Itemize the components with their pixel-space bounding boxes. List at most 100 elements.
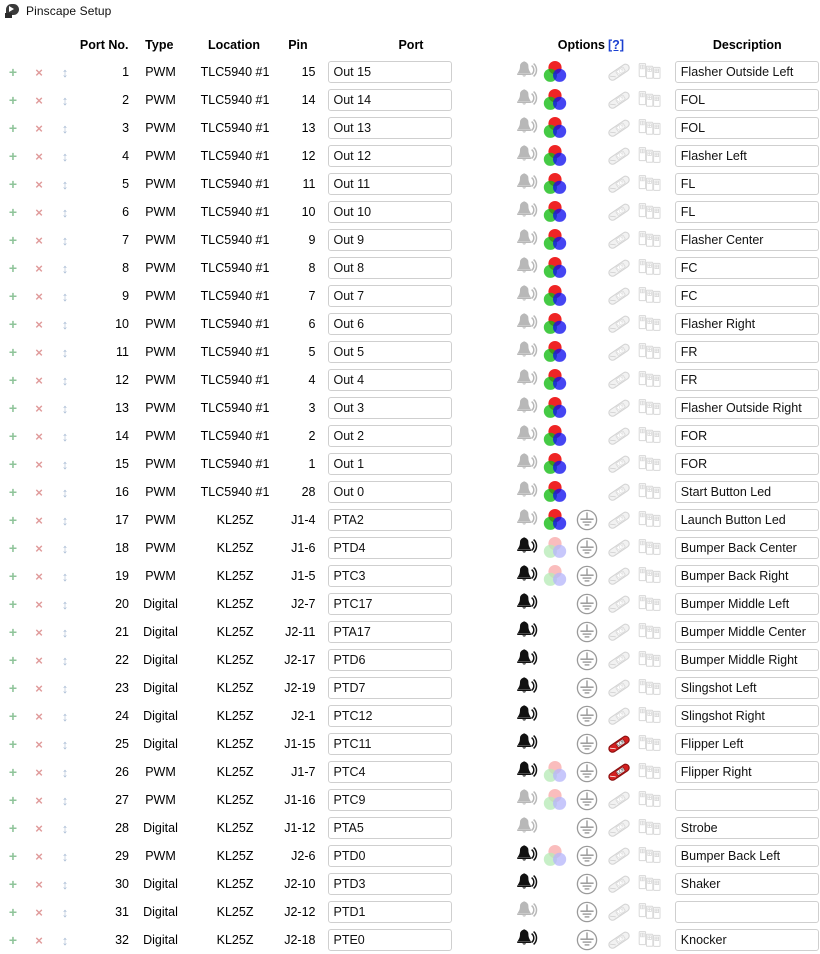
add-row-button[interactable]: + <box>0 597 26 611</box>
add-row-button[interactable]: + <box>0 345 26 359</box>
move-row-handle[interactable]: ↕ <box>52 906 78 919</box>
rgb-icon[interactable] <box>540 115 570 141</box>
ground-icon[interactable] <box>572 591 602 617</box>
move-row-handle[interactable]: ↕ <box>52 850 78 863</box>
rgb-icon[interactable] <box>540 423 570 449</box>
chime-board-icon[interactable] <box>636 703 666 729</box>
add-row-button[interactable]: + <box>0 877 26 891</box>
move-row-handle[interactable]: ↕ <box>52 458 78 471</box>
description-input[interactable]: FOR <box>674 453 819 475</box>
delete-row-button[interactable]: × <box>26 122 52 135</box>
description-input[interactable]: FR <box>674 341 819 363</box>
port-input[interactable]: PTC11 <box>327 733 452 755</box>
description-input[interactable]: Bumper Middle Center <box>674 621 819 643</box>
flipper-logic-icon[interactable]: LCR <box>604 199 634 225</box>
chime-board-icon[interactable] <box>636 871 666 897</box>
ground-icon[interactable] <box>572 563 602 589</box>
flipper-logic-icon[interactable]: LCR <box>604 675 634 701</box>
rgb-icon[interactable] <box>540 759 570 785</box>
flipper-logic-icon[interactable]: LCR <box>604 395 634 421</box>
flipper-logic-icon[interactable]: LCR <box>604 731 634 757</box>
chime-board-icon[interactable] <box>636 535 666 561</box>
flipper-logic-icon[interactable]: LCR <box>604 591 634 617</box>
chime-board-icon[interactable] <box>636 143 666 169</box>
bell-icon[interactable] <box>508 563 538 589</box>
ground-icon[interactable] <box>572 731 602 757</box>
port-input[interactable]: PTE0 <box>327 929 452 951</box>
rgb-icon[interactable] <box>540 339 570 365</box>
port-input[interactable]: PTD4 <box>327 537 452 559</box>
chime-board-icon[interactable] <box>636 59 666 85</box>
bell-icon[interactable] <box>508 87 538 113</box>
bell-icon[interactable] <box>508 675 538 701</box>
bell-icon[interactable] <box>508 647 538 673</box>
add-row-button[interactable]: + <box>0 821 26 835</box>
description-input[interactable]: Bumper Back Left <box>674 845 819 867</box>
bell-icon[interactable] <box>508 143 538 169</box>
port-input[interactable]: Out 4 <box>327 369 452 391</box>
chime-board-icon[interactable] <box>636 731 666 757</box>
flipper-logic-icon[interactable]: LCR <box>604 563 634 589</box>
description-input[interactable]: Flasher Outside Left <box>674 61 819 83</box>
delete-row-button[interactable]: × <box>26 542 52 555</box>
flipper-logic-icon[interactable]: LCR <box>604 619 634 645</box>
move-row-handle[interactable]: ↕ <box>52 710 78 723</box>
ground-icon[interactable] <box>572 619 602 645</box>
chime-board-icon[interactable] <box>636 675 666 701</box>
ground-icon[interactable] <box>572 899 602 925</box>
port-input[interactable]: PTC4 <box>327 761 452 783</box>
flipper-logic-icon[interactable]: LCR <box>604 227 634 253</box>
port-input[interactable]: Out 5 <box>327 341 452 363</box>
flipper-logic-icon[interactable]: LCR <box>604 843 634 869</box>
description-input[interactable]: FOR <box>674 425 819 447</box>
port-input[interactable]: Out 0 <box>327 481 452 503</box>
flipper-logic-icon[interactable]: LCR <box>604 899 634 925</box>
move-row-handle[interactable]: ↕ <box>52 738 78 751</box>
delete-row-button[interactable]: × <box>26 934 52 947</box>
bell-icon[interactable] <box>508 535 538 561</box>
chime-board-icon[interactable] <box>636 843 666 869</box>
chime-board-icon[interactable] <box>636 367 666 393</box>
move-row-handle[interactable]: ↕ <box>52 682 78 695</box>
move-row-handle[interactable]: ↕ <box>52 262 78 275</box>
bell-icon[interactable] <box>508 255 538 281</box>
chime-board-icon[interactable] <box>636 619 666 645</box>
delete-row-button[interactable]: × <box>26 262 52 275</box>
ground-icon[interactable] <box>572 843 602 869</box>
add-row-button[interactable]: + <box>0 429 26 443</box>
flipper-logic-icon[interactable]: LCR <box>604 535 634 561</box>
chime-board-icon[interactable] <box>636 815 666 841</box>
rgb-icon[interactable] <box>540 563 570 589</box>
bell-icon[interactable] <box>508 871 538 897</box>
rgb-icon[interactable] <box>540 479 570 505</box>
delete-row-button[interactable]: × <box>26 290 52 303</box>
bell-icon[interactable] <box>508 367 538 393</box>
delete-row-button[interactable]: × <box>26 430 52 443</box>
description-input[interactable]: FC <box>674 285 819 307</box>
bell-icon[interactable] <box>508 759 538 785</box>
add-row-button[interactable]: + <box>0 121 26 135</box>
add-row-button[interactable]: + <box>0 513 26 527</box>
flipper-logic-icon[interactable]: LCR <box>604 927 634 953</box>
move-row-handle[interactable]: ↕ <box>52 878 78 891</box>
rgb-icon[interactable] <box>540 143 570 169</box>
add-row-button[interactable]: + <box>0 681 26 695</box>
description-input[interactable]: Shaker <box>674 873 819 895</box>
add-row-button[interactable]: + <box>0 793 26 807</box>
bell-icon[interactable] <box>508 899 538 925</box>
ground-icon[interactable] <box>572 507 602 533</box>
description-input[interactable]: FC <box>674 257 819 279</box>
add-row-button[interactable]: + <box>0 205 26 219</box>
flipper-logic-icon[interactable]: LCR <box>604 115 634 141</box>
add-row-button[interactable]: + <box>0 317 26 331</box>
description-input[interactable]: FL <box>674 201 819 223</box>
add-row-button[interactable]: + <box>0 905 26 919</box>
ground-icon[interactable] <box>572 647 602 673</box>
delete-row-button[interactable]: × <box>26 738 52 751</box>
move-row-handle[interactable]: ↕ <box>52 318 78 331</box>
bell-icon[interactable] <box>508 843 538 869</box>
chime-board-icon[interactable] <box>636 647 666 673</box>
add-row-button[interactable]: + <box>0 653 26 667</box>
rgb-icon[interactable] <box>540 395 570 421</box>
flipper-logic-icon[interactable]: LCR <box>604 311 634 337</box>
